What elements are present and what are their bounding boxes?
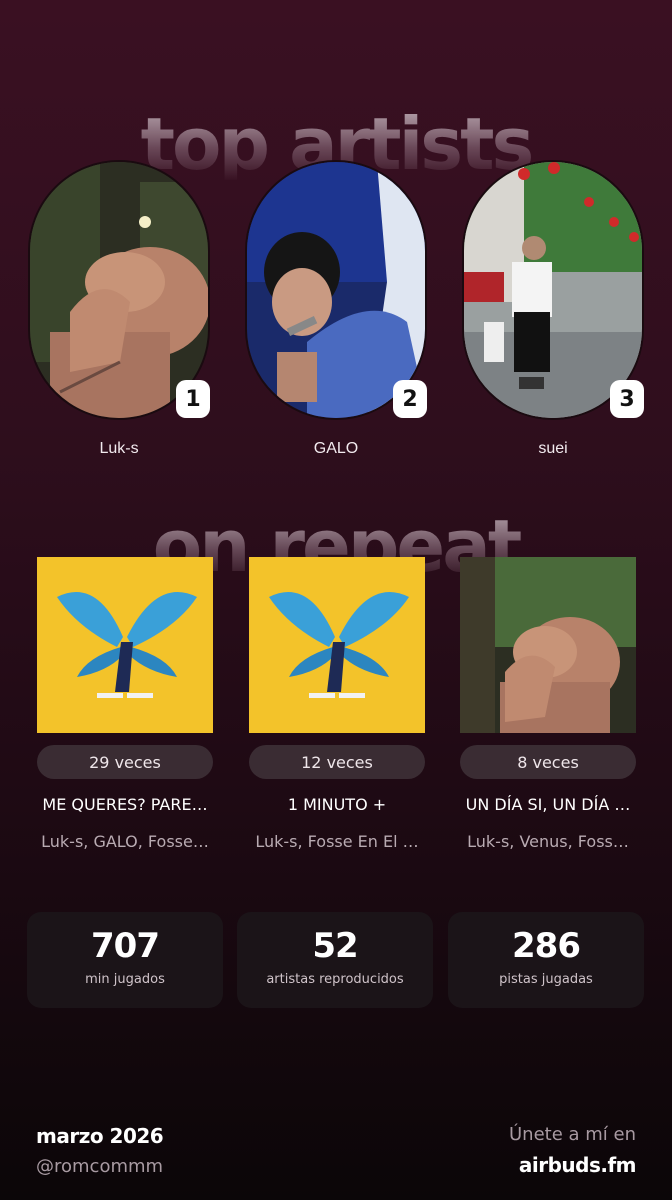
join-text: Únete a mí en <box>508 1124 636 1145</box>
stat-minutes: 707 min jugados <box>27 912 223 1008</box>
site-link[interactable]: airbuds.fm <box>509 1153 637 1177</box>
stat-value: 286 <box>512 926 581 966</box>
artist-name: suei <box>538 440 568 457</box>
track-card-3[interactable]: 8 veces UN DÍA SI, UN DÍA … Luk-s, Venus… <box>460 557 636 851</box>
period-date: marzo 2026 <box>36 1124 164 1148</box>
track-title: ME QUERES? PARE… <box>42 795 208 814</box>
track-card-1[interactable]: 29 veces ME QUERES? PARE… Luk-s, GALO, F… <box>37 557 213 851</box>
album-cover <box>37 557 213 733</box>
stat-label: pistas jugadas <box>499 972 593 987</box>
artist-card-3[interactable]: 3 suei <box>462 160 644 458</box>
artist-card-1[interactable]: 1 Luk-s <box>28 160 210 458</box>
stat-tracks: 286 pistas jugadas <box>448 912 644 1008</box>
stat-value: 52 <box>312 926 358 966</box>
track-card-2[interactable]: 12 veces 1 MINUTO + Luk-s, Fosse En El … <box>249 557 425 851</box>
track-title: UN DÍA SI, UN DÍA … <box>465 795 631 814</box>
footer-left: marzo 2026 @romcommm <box>36 1124 164 1177</box>
stat-value: 707 <box>91 926 160 966</box>
stat-artists: 52 artistas reproducidos <box>237 912 433 1008</box>
track-artists: Luk-s, Fosse En El … <box>255 832 419 851</box>
stat-label: artistas reproducidos <box>266 972 404 987</box>
footer-right: Únete a mí en airbuds.fm <box>508 1124 637 1177</box>
track-title: 1 MINUTO + <box>287 795 387 814</box>
stat-label: min jugados <box>85 972 165 987</box>
artist-name: Luk-s <box>99 440 139 457</box>
album-cover <box>249 557 425 733</box>
artist-name: GALO <box>313 440 359 457</box>
plays-count: 29 veces <box>37 745 213 779</box>
track-artists: Luk-s, GALO, Fosse… <box>41 832 209 851</box>
user-handle[interactable]: @romcommm <box>36 1156 163 1177</box>
rank-badge: 3 <box>610 380 644 418</box>
album-cover <box>460 557 636 733</box>
track-artists: Luk-s, Venus, Foss… <box>467 832 629 851</box>
rank-badge: 2 <box>393 380 427 418</box>
rank-badge: 1 <box>176 380 210 418</box>
plays-count: 12 veces <box>249 745 425 779</box>
plays-count: 8 veces <box>460 745 636 779</box>
artist-card-2[interactable]: 2 GALO <box>245 160 427 458</box>
